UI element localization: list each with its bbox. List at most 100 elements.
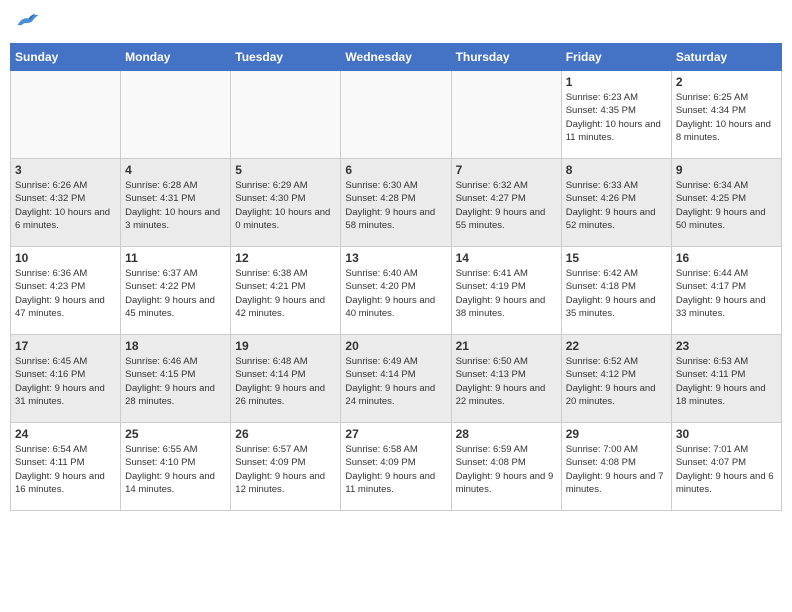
day-number: 23 xyxy=(676,339,777,353)
day-number: 2 xyxy=(676,75,777,89)
day-info: Sunrise: 6:40 AM Sunset: 4:20 PM Dayligh… xyxy=(345,267,446,320)
day-info: Sunrise: 6:57 AM Sunset: 4:09 PM Dayligh… xyxy=(235,443,336,496)
calendar-cell: 18 Sunrise: 6:46 AM Sunset: 4:15 PM Dayli… xyxy=(121,335,231,423)
day-number: 1 xyxy=(566,75,667,89)
day-info: Sunrise: 6:54 AM Sunset: 4:11 PM Dayligh… xyxy=(15,443,116,496)
day-number: 3 xyxy=(15,163,116,177)
calendar-table: SundayMondayTuesdayWednesdayThursdayFrid… xyxy=(10,43,782,511)
calendar-cell: 14 Sunrise: 6:41 AM Sunset: 4:19 PM Dayli… xyxy=(451,247,561,335)
day-info: Sunrise: 7:00 AM Sunset: 4:08 PM Dayligh… xyxy=(566,443,667,496)
day-number: 21 xyxy=(456,339,557,353)
calendar-cell: 10 Sunrise: 6:36 AM Sunset: 4:23 PM Dayli… xyxy=(11,247,121,335)
page-header xyxy=(10,10,782,35)
calendar-cell: 3Sunrise: 6:26 AM Sunset: 4:32 PM Daylig… xyxy=(11,159,121,247)
logo-bird-icon xyxy=(16,10,40,30)
day-info: Sunrise: 6:50 AM Sunset: 4:13 PM Dayligh… xyxy=(456,355,557,408)
calendar-cell: 9 Sunrise: 6:34 AM Sunset: 4:25 PM Daylig… xyxy=(671,159,781,247)
calendar-cell: 2 Sunrise: 6:25 AM Sunset: 4:34 PM Daylig… xyxy=(671,71,781,159)
day-info: Sunrise: 6:30 AM Sunset: 4:28 PM Dayligh… xyxy=(345,179,446,232)
day-info: Sunrise: 6:41 AM Sunset: 4:19 PM Dayligh… xyxy=(456,267,557,320)
day-number: 10 xyxy=(15,251,116,265)
day-info: Sunrise: 6:49 AM Sunset: 4:14 PM Dayligh… xyxy=(345,355,446,408)
day-number: 25 xyxy=(125,427,226,441)
day-info: Sunrise: 6:53 AM Sunset: 4:11 PM Dayligh… xyxy=(676,355,777,408)
day-number: 22 xyxy=(566,339,667,353)
day-info: Sunrise: 7:01 AM Sunset: 4:07 PM Dayligh… xyxy=(676,443,777,496)
calendar-cell: 19 Sunrise: 6:48 AM Sunset: 4:14 PM Dayli… xyxy=(231,335,341,423)
day-number: 11 xyxy=(125,251,226,265)
day-info: Sunrise: 6:42 AM Sunset: 4:18 PM Dayligh… xyxy=(566,267,667,320)
day-info: Sunrise: 6:44 AM Sunset: 4:17 PM Dayligh… xyxy=(676,267,777,320)
calendar-cell: 26 Sunrise: 6:57 AM Sunset: 4:09 PM Dayli… xyxy=(231,423,341,511)
calendar-cell: 4Sunrise: 6:28 AM Sunset: 4:31 PM Daylig… xyxy=(121,159,231,247)
calendar-cell: 17 Sunrise: 6:45 AM Sunset: 4:16 PM Dayli… xyxy=(11,335,121,423)
calendar-cell: 13 Sunrise: 6:40 AM Sunset: 4:20 PM Dayli… xyxy=(341,247,451,335)
day-number: 13 xyxy=(345,251,446,265)
logo xyxy=(14,10,42,35)
day-number: 5 xyxy=(235,163,336,177)
day-info: Sunrise: 6:37 AM Sunset: 4:22 PM Dayligh… xyxy=(125,267,226,320)
day-number: 6 xyxy=(345,163,446,177)
col-header-tuesday: Tuesday xyxy=(231,44,341,71)
day-info: Sunrise: 6:36 AM Sunset: 4:23 PM Dayligh… xyxy=(15,267,116,320)
day-info: Sunrise: 6:48 AM Sunset: 4:14 PM Dayligh… xyxy=(235,355,336,408)
calendar-cell: 28Sunrise: 6:59 AM Sunset: 4:08 PM Dayli… xyxy=(451,423,561,511)
calendar-row-4: 17 Sunrise: 6:45 AM Sunset: 4:16 PM Dayli… xyxy=(11,335,782,423)
day-number: 28 xyxy=(456,427,557,441)
day-number: 12 xyxy=(235,251,336,265)
calendar-cell xyxy=(231,71,341,159)
calendar-row-5: 24Sunrise: 6:54 AM Sunset: 4:11 PM Dayli… xyxy=(11,423,782,511)
calendar-cell xyxy=(341,71,451,159)
calendar-cell: 16 Sunrise: 6:44 AM Sunset: 4:17 PM Dayli… xyxy=(671,247,781,335)
day-number: 16 xyxy=(676,251,777,265)
col-header-monday: Monday xyxy=(121,44,231,71)
day-info: Sunrise: 6:23 AM Sunset: 4:35 PM Dayligh… xyxy=(566,91,667,144)
calendar-cell: 24Sunrise: 6:54 AM Sunset: 4:11 PM Dayli… xyxy=(11,423,121,511)
day-number: 14 xyxy=(456,251,557,265)
calendar-cell: 5 Sunrise: 6:29 AM Sunset: 4:30 PM Daylig… xyxy=(231,159,341,247)
day-info: Sunrise: 6:32 AM Sunset: 4:27 PM Dayligh… xyxy=(456,179,557,232)
calendar-cell xyxy=(451,71,561,159)
day-info: Sunrise: 6:29 AM Sunset: 4:30 PM Dayligh… xyxy=(235,179,336,232)
day-number: 8 xyxy=(566,163,667,177)
day-number: 4 xyxy=(125,163,226,177)
day-number: 20 xyxy=(345,339,446,353)
calendar-header-row: SundayMondayTuesdayWednesdayThursdayFrid… xyxy=(11,44,782,71)
day-number: 26 xyxy=(235,427,336,441)
day-number: 18 xyxy=(125,339,226,353)
day-info: Sunrise: 6:45 AM Sunset: 4:16 PM Dayligh… xyxy=(15,355,116,408)
calendar-cell: 29 Sunrise: 7:00 AM Sunset: 4:08 PM Dayli… xyxy=(561,423,671,511)
calendar-cell: 6 Sunrise: 6:30 AM Sunset: 4:28 PM Daylig… xyxy=(341,159,451,247)
day-info: Sunrise: 6:38 AM Sunset: 4:21 PM Dayligh… xyxy=(235,267,336,320)
calendar-cell: 30Sunrise: 7:01 AM Sunset: 4:07 PM Dayli… xyxy=(671,423,781,511)
col-header-friday: Friday xyxy=(561,44,671,71)
calendar-cell: 22 Sunrise: 6:52 AM Sunset: 4:12 PM Dayli… xyxy=(561,335,671,423)
calendar-cell: 27 Sunrise: 6:58 AM Sunset: 4:09 PM Dayli… xyxy=(341,423,451,511)
day-number: 15 xyxy=(566,251,667,265)
col-header-saturday: Saturday xyxy=(671,44,781,71)
calendar-row-2: 3Sunrise: 6:26 AM Sunset: 4:32 PM Daylig… xyxy=(11,159,782,247)
day-info: Sunrise: 6:58 AM Sunset: 4:09 PM Dayligh… xyxy=(345,443,446,496)
calendar-cell: 12 Sunrise: 6:38 AM Sunset: 4:21 PM Dayli… xyxy=(231,247,341,335)
day-info: Sunrise: 6:34 AM Sunset: 4:25 PM Dayligh… xyxy=(676,179,777,232)
day-info: Sunrise: 6:46 AM Sunset: 4:15 PM Dayligh… xyxy=(125,355,226,408)
day-info: Sunrise: 6:52 AM Sunset: 4:12 PM Dayligh… xyxy=(566,355,667,408)
calendar-cell xyxy=(121,71,231,159)
day-info: Sunrise: 6:55 AM Sunset: 4:10 PM Dayligh… xyxy=(125,443,226,496)
day-number: 27 xyxy=(345,427,446,441)
col-header-thursday: Thursday xyxy=(451,44,561,71)
calendar-cell: 20 Sunrise: 6:49 AM Sunset: 4:14 PM Dayli… xyxy=(341,335,451,423)
calendar-cell: 8Sunrise: 6:33 AM Sunset: 4:26 PM Daylig… xyxy=(561,159,671,247)
day-number: 29 xyxy=(566,427,667,441)
col-header-sunday: Sunday xyxy=(11,44,121,71)
calendar-row-3: 10 Sunrise: 6:36 AM Sunset: 4:23 PM Dayli… xyxy=(11,247,782,335)
day-info: Sunrise: 6:25 AM Sunset: 4:34 PM Dayligh… xyxy=(676,91,777,144)
calendar-row-1: 1 Sunrise: 6:23 AM Sunset: 4:35 PM Daylig… xyxy=(11,71,782,159)
day-number: 17 xyxy=(15,339,116,353)
calendar-cell: 23 Sunrise: 6:53 AM Sunset: 4:11 PM Dayli… xyxy=(671,335,781,423)
day-number: 9 xyxy=(676,163,777,177)
calendar-cell: 11 Sunrise: 6:37 AM Sunset: 4:22 PM Dayli… xyxy=(121,247,231,335)
calendar-cell: 1 Sunrise: 6:23 AM Sunset: 4:35 PM Daylig… xyxy=(561,71,671,159)
day-number: 19 xyxy=(235,339,336,353)
calendar-cell: 21 Sunrise: 6:50 AM Sunset: 4:13 PM Dayli… xyxy=(451,335,561,423)
